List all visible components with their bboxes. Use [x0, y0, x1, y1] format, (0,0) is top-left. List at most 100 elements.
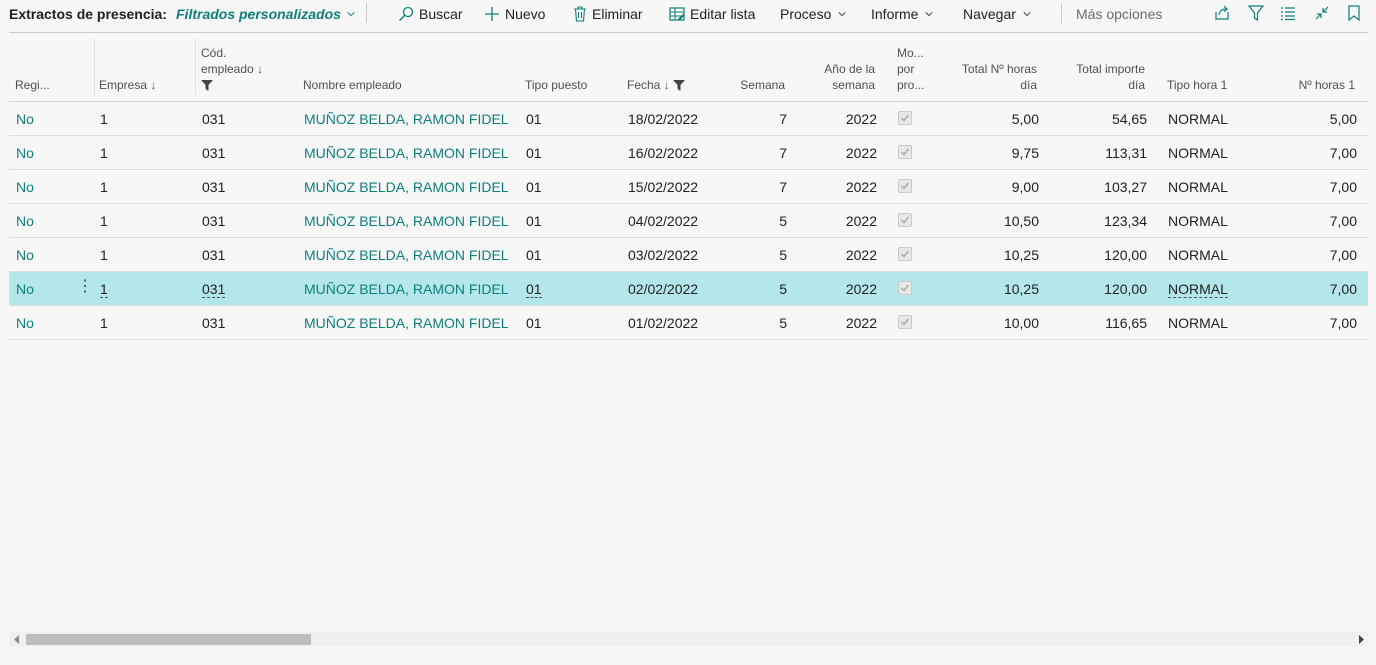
- cell-fecha[interactable]: 03/02/2022: [628, 247, 698, 263]
- cell-n-horas[interactable]: 7,00: [1259, 145, 1357, 161]
- col-header-n-horas[interactable]: Nº horas 1: [1259, 77, 1355, 93]
- cell-registro[interactable]: No: [16, 281, 34, 297]
- cell-nombre-empleado[interactable]: MUÑOZ BELDA, RAMON FIDEL: [304, 281, 509, 297]
- checkbox[interactable]: [898, 145, 912, 159]
- col-header-tipo-hora[interactable]: Tipo hora 1: [1167, 77, 1227, 93]
- cell-fecha[interactable]: 16/02/2022: [628, 145, 698, 161]
- col-header-tipo-puesto[interactable]: Tipo puesto: [525, 77, 587, 93]
- cell-tipo-hora[interactable]: NORMAL: [1168, 315, 1228, 331]
- table-row[interactable]: No 1 031 MUÑOZ BELDA, RAMON FIDEL 01 18/02/20…: [9, 102, 1368, 136]
- report-menu[interactable]: Informe: [871, 6, 934, 22]
- cell-tipo-puesto[interactable]: 01: [526, 179, 542, 195]
- cell-tipo-puesto[interactable]: 01: [526, 145, 542, 161]
- cell-nombre-empleado[interactable]: MUÑOZ BELDA, RAMON FIDEL: [304, 315, 509, 331]
- cell-total-importe[interactable]: 113,31: [1049, 145, 1147, 161]
- cell-anio-semana[interactable]: 2022: [799, 281, 877, 297]
- cell-total-importe[interactable]: 120,00: [1049, 281, 1147, 297]
- col-header-cod-empleado[interactable]: Cód. empleado ↓: [201, 45, 263, 93]
- cell-registro[interactable]: No: [16, 247, 34, 263]
- cell-semana[interactable]: 7: [709, 111, 787, 127]
- cell-tipo-puesto[interactable]: 01: [526, 315, 542, 331]
- cell-registro[interactable]: No: [16, 213, 34, 229]
- cell-total-importe[interactable]: 54,65: [1049, 111, 1147, 127]
- cell-total-horas[interactable]: 10,50: [939, 213, 1039, 229]
- cell-total-importe[interactable]: 116,65: [1049, 315, 1147, 331]
- table-row[interactable]: No 1 031 MUÑOZ BELDA, RAMON FIDEL 01 04/02/20…: [9, 204, 1368, 238]
- col-header-semana[interactable]: Semana: [709, 77, 785, 93]
- cell-cod-empleado[interactable]: 031: [202, 281, 226, 298]
- cell-total-horas[interactable]: 9,75: [939, 145, 1039, 161]
- cell-semana[interactable]: 5: [709, 247, 787, 263]
- cell-registro[interactable]: No: [16, 145, 34, 161]
- cell-total-horas[interactable]: 10,25: [939, 247, 1039, 263]
- cell-anio-semana[interactable]: 2022: [799, 315, 877, 331]
- search-button[interactable]: Buscar: [398, 6, 463, 22]
- cell-n-horas[interactable]: 7,00: [1259, 179, 1357, 195]
- cell-empresa[interactable]: 1: [100, 247, 108, 263]
- cell-semana[interactable]: 5: [709, 315, 787, 331]
- checkbox[interactable]: [898, 179, 912, 193]
- horizontal-scrollbar[interactable]: [9, 632, 1368, 647]
- table-row[interactable]: No 1 031 MUÑOZ BELDA, RAMON FIDEL 01 03/02/20…: [9, 238, 1368, 272]
- navigate-menu[interactable]: Navegar: [963, 6, 1031, 22]
- checkbox[interactable]: [898, 281, 912, 295]
- cell-fecha[interactable]: 04/02/2022: [628, 213, 698, 229]
- checkbox[interactable]: [898, 111, 912, 125]
- cell-nombre-empleado[interactable]: MUÑOZ BELDA, RAMON FIDEL: [304, 213, 509, 229]
- cell-tipo-hora[interactable]: NORMAL: [1168, 179, 1228, 195]
- cell-total-importe[interactable]: 123,34: [1049, 213, 1147, 229]
- bookmark-icon[interactable]: [1345, 4, 1363, 22]
- edit-list-button[interactable]: Editar lista: [669, 6, 755, 22]
- cell-nombre-empleado[interactable]: MUÑOZ BELDA, RAMON FIDEL: [304, 247, 509, 263]
- cell-cod-empleado[interactable]: 031: [202, 213, 225, 229]
- cell-tipo-hora[interactable]: NORMAL: [1168, 213, 1228, 229]
- checkbox[interactable]: [898, 315, 912, 329]
- cell-semana[interactable]: 5: [709, 281, 787, 297]
- cell-total-horas[interactable]: 9,00: [939, 179, 1039, 195]
- cell-empresa[interactable]: 1: [100, 179, 108, 195]
- col-header-registro[interactable]: Regi...: [15, 77, 50, 93]
- cell-n-horas[interactable]: 5,00: [1259, 111, 1357, 127]
- row-actions-icon[interactable]: ⋮: [77, 279, 93, 295]
- cell-fecha[interactable]: 18/02/2022: [628, 111, 698, 127]
- col-header-total-horas[interactable]: Total Nº horas día: [939, 61, 1037, 93]
- cell-empresa[interactable]: 1: [100, 213, 108, 229]
- cell-cod-empleado[interactable]: 031: [202, 145, 225, 161]
- table-row[interactable]: No 1 031 MUÑOZ BELDA, RAMON FIDEL 01 15/02/20…: [9, 170, 1368, 204]
- cell-semana[interactable]: 7: [709, 179, 787, 195]
- cell-n-horas[interactable]: 7,00: [1259, 247, 1357, 263]
- cell-cod-empleado[interactable]: 031: [202, 179, 225, 195]
- table-row[interactable]: No 1 031 MUÑOZ BELDA, RAMON FIDEL 01 01/02/20…: [9, 306, 1368, 340]
- cell-registro[interactable]: No: [16, 111, 34, 127]
- cell-anio-semana[interactable]: 2022: [799, 213, 877, 229]
- cell-anio-semana[interactable]: 2022: [799, 111, 877, 127]
- process-menu[interactable]: Proceso: [780, 6, 846, 22]
- cell-tipo-hora[interactable]: NORMAL: [1168, 281, 1228, 298]
- cell-cod-empleado[interactable]: 031: [202, 111, 225, 127]
- col-header-fecha[interactable]: Fecha ↓: [627, 77, 686, 93]
- cell-tipo-puesto[interactable]: 01: [526, 281, 542, 298]
- cell-n-horas[interactable]: 7,00: [1259, 281, 1357, 297]
- cell-nombre-empleado[interactable]: MUÑOZ BELDA, RAMON FIDEL: [304, 111, 509, 127]
- cell-registro[interactable]: No: [16, 315, 34, 331]
- cell-fecha[interactable]: 02/02/2022: [628, 281, 698, 297]
- collapse-icon[interactable]: [1313, 4, 1331, 22]
- col-header-nombre[interactable]: Nombre empleado: [303, 77, 402, 93]
- col-header-empresa[interactable]: Empresa ↓: [99, 77, 156, 93]
- cell-tipo-hora[interactable]: NORMAL: [1168, 247, 1228, 263]
- cell-tipo-hora[interactable]: NORMAL: [1168, 111, 1228, 127]
- cell-total-horas[interactable]: 5,00: [939, 111, 1039, 127]
- cell-fecha[interactable]: 15/02/2022: [628, 179, 698, 195]
- cell-nombre-empleado[interactable]: MUÑOZ BELDA, RAMON FIDEL: [304, 179, 509, 195]
- scroll-left-icon[interactable]: [13, 635, 21, 644]
- cell-fecha[interactable]: 01/02/2022: [628, 315, 698, 331]
- cell-registro[interactable]: No: [16, 179, 34, 195]
- cell-anio-semana[interactable]: 2022: [799, 145, 877, 161]
- cell-total-horas[interactable]: 10,00: [939, 315, 1039, 331]
- table-row[interactable]: No 1 031 MUÑOZ BELDA, RAMON FIDEL 01 16/02/20…: [9, 136, 1368, 170]
- cell-total-importe[interactable]: 103,27: [1049, 179, 1147, 195]
- cell-tipo-puesto[interactable]: 01: [526, 111, 542, 127]
- col-header-mo-por-pro[interactable]: Mo... por pro...: [897, 45, 924, 93]
- view-selector[interactable]: Filtrados personalizados: [176, 6, 355, 22]
- cell-total-horas[interactable]: 10,25: [939, 281, 1039, 297]
